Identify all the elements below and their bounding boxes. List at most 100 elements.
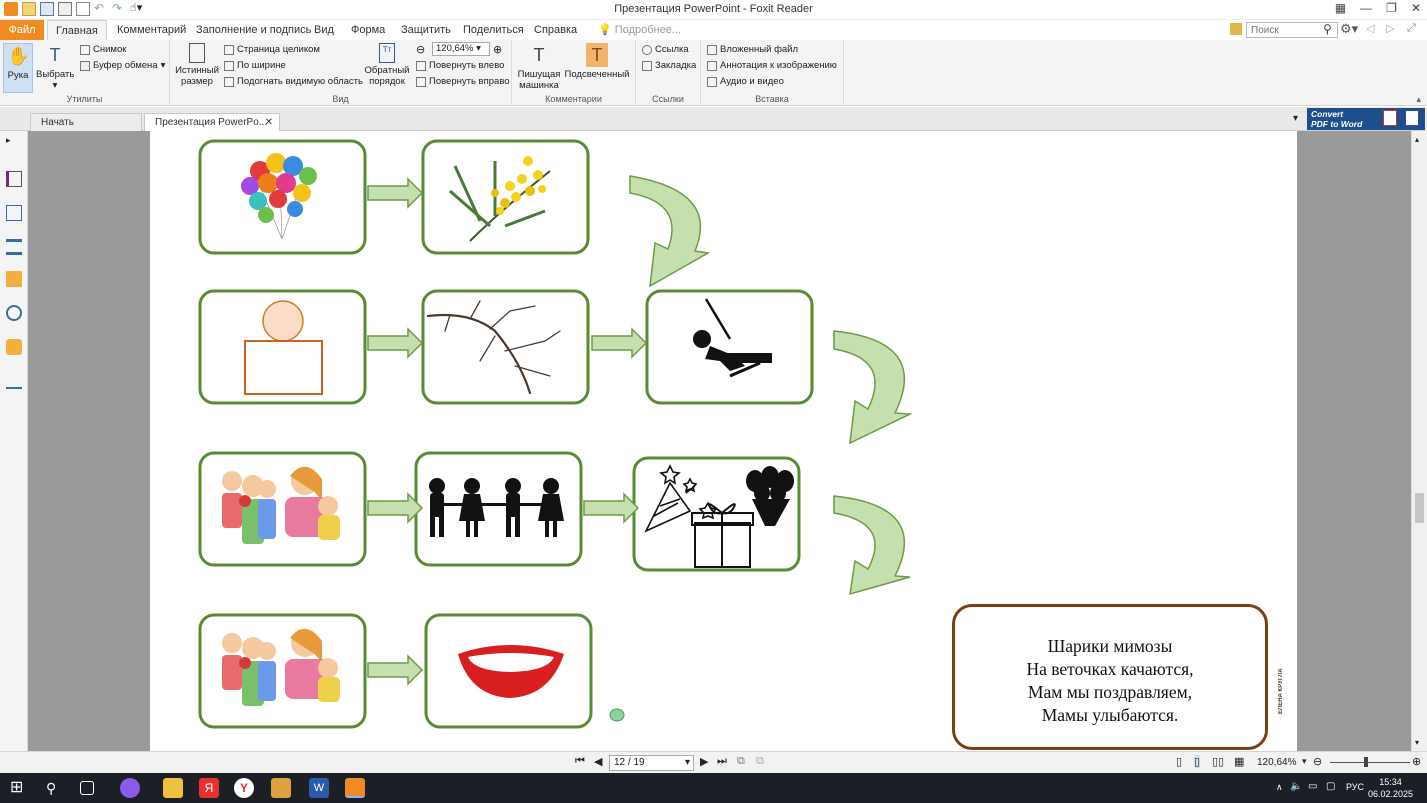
- yandex-icon[interactable]: Я: [199, 778, 219, 798]
- search-icon[interactable]: ⚲: [1323, 22, 1332, 36]
- select-button[interactable]: T Выбрать ▾: [36, 43, 74, 91]
- tab-help[interactable]: Справка: [526, 20, 585, 40]
- expand-panel-icon[interactable]: ▸: [6, 135, 22, 151]
- clipboard-button[interactable]: Буфер обмена ▾: [80, 60, 165, 71]
- network-icon[interactable]: ▭: [1308, 781, 1317, 792]
- zoom-select[interactable]: 120,64% ▾: [432, 42, 490, 56]
- image-annotation-button[interactable]: Аннотация к изображению: [707, 60, 837, 71]
- expand-icon[interactable]: ⤢: [1407, 22, 1416, 35]
- close-icon[interactable]: ✕: [1411, 1, 1421, 15]
- reverse-order-button[interactable]: Tт Обратный порядок: [364, 43, 410, 87]
- fit-page-button[interactable]: Страница целиком: [224, 44, 320, 55]
- scroll-up-icon[interactable]: ▴: [1415, 135, 1419, 144]
- rotate-left-button[interactable]: Повернуть влево: [416, 60, 504, 71]
- tab-protect[interactable]: Защитить: [393, 20, 459, 40]
- page-number-field[interactable]: 12 / 19 ▾: [609, 755, 694, 771]
- close-tab-icon[interactable]: ✕: [265, 114, 273, 131]
- snapshot-button[interactable]: Снимок: [80, 44, 126, 55]
- audio-video-button[interactable]: Аудио и видео: [707, 76, 784, 87]
- zoom-dropdown-icon[interactable]: ▾: [1302, 756, 1307, 767]
- continuous-facing-icon[interactable]: ▦: [1234, 755, 1244, 768]
- foxit-taskbar-icon[interactable]: [345, 778, 365, 798]
- tab-file[interactable]: Файл: [0, 20, 44, 40]
- tab-share[interactable]: Поделиться: [455, 20, 532, 40]
- nav-back-icon[interactable]: ◁: [1366, 22, 1374, 35]
- tray-chevron-icon[interactable]: ∧: [1276, 782, 1283, 793]
- typewriter-button[interactable]: T Пишущая машинка: [516, 43, 562, 91]
- highlight-button[interactable]: T Подсвеченный: [564, 43, 630, 80]
- rotate-right-button[interactable]: Повернуть вправо: [416, 76, 510, 87]
- restore-icon[interactable]: ❐: [1386, 1, 1397, 15]
- page-dropdown-icon[interactable]: ▾: [685, 756, 690, 770]
- tab-form[interactable]: Форма: [343, 20, 393, 40]
- zoom-slider[interactable]: [1330, 757, 1410, 767]
- vertical-scrollbar[interactable]: ▴ ▾: [1411, 131, 1427, 751]
- prev-page-icon[interactable]: ◀: [594, 755, 602, 768]
- tab-start[interactable]: Начать: [30, 113, 142, 131]
- fit-width-button[interactable]: По ширине: [224, 60, 286, 71]
- alice-icon[interactable]: [120, 778, 140, 798]
- facing-pages-icon[interactable]: ▯▯: [1212, 755, 1224, 768]
- lock-icon[interactable]: [6, 339, 22, 355]
- system-clock[interactable]: 15:34 06.02.2025: [1368, 776, 1413, 800]
- attachments-icon[interactable]: [6, 305, 22, 321]
- pages-icon[interactable]: [6, 205, 22, 221]
- tab-current-document[interactable]: Презентация PowerPo... ✕: [144, 113, 280, 131]
- word-icon[interactable]: W: [309, 778, 329, 798]
- actual-size-button[interactable]: Истинный размер: [174, 43, 220, 87]
- zoom-slider-thumb[interactable]: [1364, 757, 1368, 767]
- grid-icon[interactable]: ▦: [1335, 1, 1346, 15]
- next-view-icon[interactable]: ⧉: [756, 755, 764, 768]
- bookmark-icon: [642, 60, 652, 71]
- tab-home[interactable]: Главная: [47, 20, 107, 40]
- volume-icon[interactable]: 🔈: [1290, 781, 1302, 792]
- settings-icon[interactable]: ⚙▾: [1340, 21, 1358, 37]
- collapse-ribbon-icon[interactable]: ▴: [1416, 94, 1421, 105]
- bookmark-button[interactable]: Закладка: [642, 60, 696, 71]
- ribbon: ✋ Рука T Выбрать ▾ Снимок Буфер обмена ▾ …: [0, 40, 1427, 106]
- scroll-down-icon[interactable]: ▾: [1415, 738, 1419, 747]
- search-scope-icon[interactable]: [1230, 23, 1242, 35]
- zoom-in-status-icon[interactable]: ⊕: [1412, 755, 1421, 768]
- typewriter-icon: T: [533, 45, 545, 65]
- minimize-icon[interactable]: —: [1360, 1, 1372, 15]
- tabs-dropdown-icon[interactable]: ▾: [1293, 113, 1298, 124]
- task-view-icon[interactable]: [80, 781, 94, 795]
- bookmark-label: Закладка: [655, 60, 697, 71]
- link-button[interactable]: Ссылка: [642, 44, 689, 55]
- tab-view[interactable]: Вид: [306, 20, 342, 40]
- document-tabs: Начать Презентация PowerPo... ✕ ▾ Convert…: [0, 107, 1427, 131]
- search-taskbar-icon[interactable]: ⚲: [46, 778, 66, 798]
- next-page-icon[interactable]: ▶: [700, 755, 708, 768]
- file-attachment-button[interactable]: Вложенный файл: [707, 44, 798, 55]
- first-page-icon[interactable]: ⏮: [575, 755, 585, 768]
- file-explorer-icon[interactable]: [163, 778, 183, 798]
- layers-icon[interactable]: [6, 239, 22, 255]
- single-page-icon[interactable]: ▯: [1176, 755, 1182, 768]
- page-thumbnails-icon[interactable]: [6, 171, 22, 187]
- fit-visible-button[interactable]: Подогнать видимую область: [224, 76, 363, 87]
- media-app-icon[interactable]: [271, 778, 291, 798]
- yandex-browser-icon[interactable]: Y: [234, 778, 254, 798]
- clock-time: 15:34: [1379, 777, 1402, 787]
- scrollbar-thumb[interactable]: [1415, 493, 1424, 523]
- zoom-in-icon[interactable]: ⊕: [493, 43, 502, 56]
- convert-pdf-to-word-banner[interactable]: Convert PDF to Word: [1307, 108, 1425, 130]
- tab-fill-sign[interactable]: Заполнение и подпись: [188, 20, 319, 40]
- tell-me-more[interactable]: 💡 Подробнее...: [590, 20, 689, 40]
- previous-view-icon[interactable]: ⧉: [737, 755, 745, 768]
- continuous-page-icon[interactable]: ▯: [1194, 755, 1201, 768]
- input-language[interactable]: РУС: [1346, 782, 1364, 792]
- zoom-out-icon[interactable]: ⊖: [416, 43, 425, 56]
- hand-button[interactable]: ✋ Рука: [3, 43, 33, 93]
- zoom-out-status-icon[interactable]: ⊖: [1313, 755, 1322, 768]
- reverse-label-2: порядок: [369, 76, 405, 87]
- windows-start-icon[interactable]: ⊞: [10, 778, 30, 798]
- tab-comment[interactable]: Комментарий: [109, 20, 194, 40]
- last-page-icon[interactable]: ⏭: [717, 755, 727, 768]
- comments-panel-icon[interactable]: [6, 271, 22, 287]
- signature-icon[interactable]: [6, 373, 22, 389]
- actual-size-icon: [189, 43, 205, 63]
- nav-forward-icon[interactable]: ▷: [1386, 22, 1394, 35]
- notifications-icon[interactable]: ▢: [1326, 781, 1335, 792]
